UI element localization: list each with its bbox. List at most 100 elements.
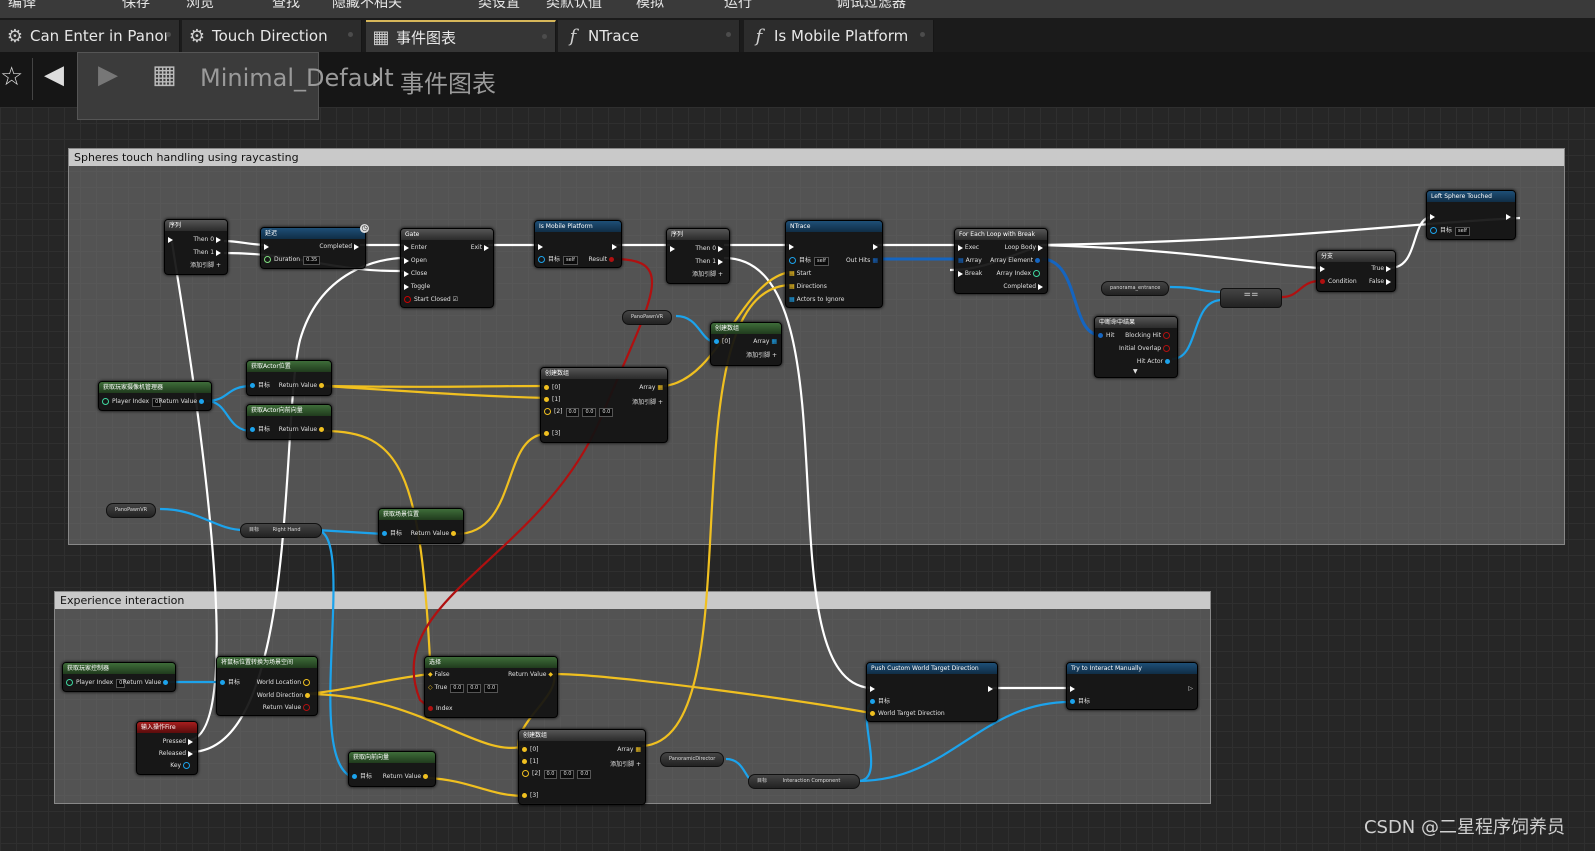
pano-pawn-variable[interactable]: PanoPawnVR [622,310,673,325]
checkbox-icon[interactable]: ☑ [453,296,458,303]
exec-in-pin[interactable] [538,243,543,250]
directions-pin[interactable]: ▦ Directions [789,283,827,290]
panoramic-director-variable[interactable]: PanoramicDirector [660,752,725,767]
close-pin[interactable]: Close [404,270,427,277]
then1-pin[interactable]: Then 1 [193,249,221,256]
exec-in-pin[interactable] [1320,265,1325,272]
world-location-pin[interactable]: World Location [257,679,313,686]
for-each-loop-node[interactable]: For Each Loop with Break Exec Loop Body … [954,228,1048,294]
array-item-pin[interactable]: [0] [544,384,561,391]
hit-actor-pin[interactable]: Hit Actor [1137,358,1173,365]
gate-node[interactable]: Gate Enter Exit Open Close Toggle Start … [400,228,494,308]
pressed-pin[interactable]: Pressed [163,738,193,745]
then1-pin[interactable]: Then 1 [695,258,723,265]
array-index-pin[interactable]: Array Index [996,270,1043,277]
vector-value[interactable]: 0.0 [577,770,592,779]
add-pin-button[interactable]: 添加引脚 + [632,399,663,406]
add-pin-button[interactable]: 添加引脚 + [190,262,221,269]
hit-pin[interactable]: Hit [1098,332,1115,339]
sequence-node[interactable]: 序列 Then 0 Then 1 添加引脚 + [666,228,730,284]
start-closed-pin[interactable]: Start Closed ☑ [404,296,458,303]
array-item-pin[interactable]: [3] [522,792,539,799]
array-out-pin[interactable]: Array ▦ [617,746,641,753]
add-pin-button[interactable]: 添加引脚 + [692,271,723,278]
enter-pin[interactable]: Enter [404,244,427,251]
array-item-pin[interactable]: [3] [544,430,561,437]
array-item-pin[interactable]: [0] [714,338,731,345]
make-array-node[interactable]: 创建数组 [0] Array ▦ [1] 添加引脚 + [2] 0.0 0.0 0.0… [518,729,646,805]
false-pin[interactable]: ◆ False [428,671,450,678]
actors-to-ignore-pin[interactable]: ▦ Actors to Ignore [789,296,844,303]
array-pin[interactable]: ▦ Array [958,257,982,264]
blocking-hit-pin[interactable]: Blocking Hit [1125,332,1173,339]
array-element-pin[interactable]: Array Element [990,257,1043,264]
make-array-node[interactable]: 创建数组 [0] Array ▦ 添加引脚 + [710,322,782,366]
released-pin[interactable]: Released [159,750,193,757]
exit-pin[interactable]: Exit [471,244,489,251]
sequence-node[interactable]: 序列 Then 0 Then 1 添加引脚 + [164,219,228,275]
exec-in-pin[interactable] [870,685,875,692]
condition-pin[interactable]: Condition [1320,278,1357,285]
exec-in-pin[interactable] [1430,213,1435,220]
return-value-pin[interactable]: Return Value [279,382,327,389]
target-pin[interactable]: 目标 [250,426,270,433]
return-value-pin[interactable]: Return Value [411,530,459,537]
input-action-fire-node[interactable]: 输入操作Fire Pressed Released Key [136,721,198,775]
return-value-pin[interactable]: Return Value ◆ [508,671,553,678]
make-array-node[interactable]: 创建数组 [0] Array ▦ [1] 添加引脚 + [2] 0.0 0.0 0.0… [540,367,668,443]
exec-in-pin[interactable] [168,236,173,243]
left-sphere-touched-node[interactable]: Left Sphere Touched 目标 self [1426,190,1516,240]
vector-value[interactable]: 0.0 [543,770,558,779]
key-pin[interactable]: Key [170,762,193,769]
exec-out-pin[interactable] [988,685,993,692]
toggle-pin[interactable]: Toggle [404,283,430,290]
target-pin[interactable]: 目标 [250,382,270,389]
target-value[interactable]: self [814,257,829,266]
target-pin[interactable]: 目标 [1070,698,1090,705]
interaction-component-getter[interactable]: 目标 Interaction Component [748,774,860,789]
target-pin[interactable]: 目标 self [1430,227,1470,236]
is-mobile-platform-node[interactable]: Is Mobile Platform 目标 self Result [534,220,622,268]
array-item-pin[interactable]: [1] [522,758,539,765]
vector-value[interactable]: 0.0 [450,684,465,693]
get-player-camera-manager-node[interactable]: 获取玩家摄像机管理器 Player Index 0 Return Value [98,381,212,411]
true-pin[interactable]: ◇ True 0.0 0.0 0.0 [428,684,499,693]
target-value[interactable]: self [563,256,578,265]
exec-in-pin[interactable]: Exec [958,244,979,251]
initial-overlap-pin[interactable]: Initial Overlap [1119,345,1173,352]
world-direction-pin[interactable]: World Direction [257,692,313,699]
panorama-entrance-variable[interactable]: panorama_entrance [1101,281,1170,296]
false-pin[interactable]: False [1369,278,1391,285]
vector-value[interactable]: 0.0 [565,408,580,417]
array-item-pin[interactable]: [1] [544,396,561,403]
vector-value[interactable]: 0.0 [560,770,575,779]
exec-in-pin[interactable] [789,243,794,250]
array-out-pin[interactable]: Array ▦ [753,338,777,345]
open-pin[interactable]: Open [404,257,427,264]
target-pin[interactable]: 目标 [220,679,240,686]
add-pin-button[interactable]: 添加引脚 + [610,761,641,768]
target-pin[interactable]: 目标 [870,698,890,705]
true-pin[interactable]: True [1371,265,1391,272]
push-custom-world-target-direction-node[interactable]: Push Custom World Target Direction 目标 Wo… [866,662,998,722]
vector-value[interactable]: 0.0 [582,408,597,417]
try-to-interact-manually-node[interactable]: Try to Interact Manually ▷ 目标 [1066,662,1198,710]
get-actor-forward-vector-node[interactable]: 获取Actor向前向量 目标 Return Value [246,404,332,440]
get-world-location-node[interactable]: 获取场景位置 目标 Return Value [378,508,464,544]
exec-in-pin[interactable] [264,243,269,250]
array-item-pin[interactable]: [0] [522,746,539,753]
target-pin[interactable]: 目标 [352,773,372,780]
select-node[interactable]: 选择 ◆ False Return Value ◆ ◇ True 0.0 0.0 0.… [424,656,558,718]
duration-pin[interactable]: Duration 0.35 [264,256,321,265]
return-value-pin[interactable]: Return Value [279,426,327,433]
return-value-pin[interactable]: Return Value [383,773,431,780]
get-player-controller-node[interactable]: 获取玩家控制器 Player Index 0 Return Value [62,662,176,692]
array-item-pin[interactable]: [2] 0.0 0.0 0.0 [544,408,614,417]
exec-in-pin[interactable] [670,245,675,252]
world-target-direction-pin[interactable]: World Target Direction [870,710,945,717]
completed-pin[interactable]: Completed [1003,283,1043,290]
delay-node[interactable]: 延迟 Completed Duration 0.35 ◷ [260,224,369,269]
exec-out-pin[interactable]: ▷ [1183,685,1193,692]
then0-pin[interactable]: Then 0 [695,245,723,252]
loop-body-pin[interactable]: Loop Body [1005,244,1043,251]
